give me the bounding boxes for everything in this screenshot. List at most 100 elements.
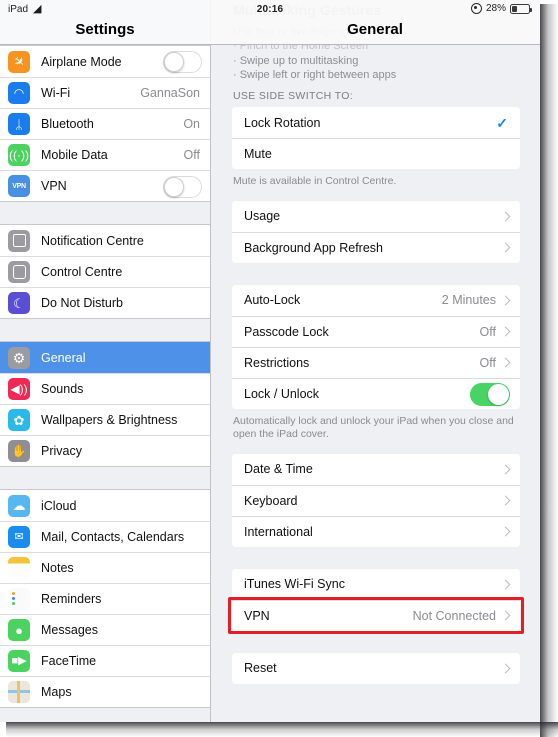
sidebar-item-mail-contacts-calendars[interactable]: ✉ Mail, Contacts, Calendars — [0, 521, 210, 552]
row-value: 2 Minutes — [441, 293, 496, 307]
screen-shadow-right — [540, 4, 558, 737]
row-label: Usage — [244, 209, 281, 223]
row-value: Not Connected — [412, 608, 496, 623]
sidebar-group-gap — [0, 319, 210, 341]
sidebar-item-control-centre[interactable]: Control Centre — [0, 256, 210, 287]
row-mute[interactable]: Mute — [232, 138, 520, 169]
sidebar-item-vpn[interactable]: VPN VPN — [0, 170, 210, 201]
sidebar-item-messages[interactable]: ● Messages — [0, 614, 210, 645]
toggle-knob — [164, 52, 184, 72]
detail-scroll-content[interactable]: Multitasking GesturesUse four or five fi… — [211, 0, 540, 706]
maps-icon — [8, 681, 30, 703]
sidebar-item-value: GannaSon — [140, 86, 200, 100]
toggle-knob — [164, 177, 184, 197]
control-centre-icon — [8, 261, 30, 283]
toggle-switch[interactable] — [163, 51, 202, 73]
sidebar-item-label: Messages — [41, 623, 98, 637]
sidebar-item-icloud[interactable]: ☁ iCloud — [0, 490, 210, 521]
bullet-item: · Swipe up to multitasking — [233, 54, 359, 67]
row-label: VPN — [244, 608, 270, 623]
toggle-switch[interactable] — [163, 176, 202, 198]
row-label: Restrictions — [244, 355, 310, 370]
sidebar-item-label: VPN — [41, 179, 67, 193]
sidebar-item-mobile-data[interactable]: ((·)) Mobile Data Off — [0, 139, 210, 170]
sidebar-list[interactable]: ✈ Airplane Mode ◠ Wi-Fi GannaSon ᛦ Bluetooth On… — [0, 45, 210, 708]
row-value: Off — [479, 355, 496, 370]
row-itunes-wi-fi-sync[interactable]: iTunes Wi-Fi Sync — [232, 568, 520, 600]
sidebar-item-label: Wallpapers & Brightness — [41, 413, 178, 427]
row-label: Lock / Unlock — [244, 386, 320, 401]
sidebar-group-gap — [0, 467, 210, 489]
row-keyboard[interactable]: Keyboard — [232, 484, 520, 516]
sidebar-group: ✈ Airplane Mode ◠ Wi-Fi GannaSon ᛦ Bluetooth On… — [0, 45, 210, 202]
battery-percent-label: 28% — [485, 3, 506, 14]
chevron-right-icon — [500, 242, 511, 253]
sidebar-item-facetime[interactable]: ■▶ FaceTime — [0, 645, 210, 676]
wallpaper-icon: ✿ — [8, 409, 30, 431]
ipad-screen: ✈ Airplane Mode ◠ Wi-Fi GannaSon ᛦ Bluetooth On… — [0, 0, 540, 722]
sidebar-item-reminders[interactable]: Reminders — [0, 583, 210, 614]
sidebar-item-label: General — [41, 350, 86, 365]
section-footer: Mute is available in Control Centre. — [233, 175, 397, 187]
sidebar-item-do-not-disturb[interactable]: ☾ Do Not Disturb — [0, 287, 210, 318]
status-bar: iPad ◢ 20:16 28% — [0, 0, 540, 20]
sidebar-item-sounds[interactable]: ◀)) Sounds — [0, 373, 210, 404]
row-passcode-lock[interactable]: Passcode Lock Off — [232, 315, 520, 347]
chevron-right-icon — [500, 663, 511, 673]
row-lock-unlock[interactable]: Lock / Unlock — [232, 377, 520, 409]
sidebar-item-bluetooth[interactable]: ᛦ Bluetooth On — [0, 108, 210, 139]
sidebar-item-label: Bluetooth — [41, 117, 94, 131]
sidebar-item-label: Sounds — [41, 382, 84, 396]
chevron-right-icon — [500, 211, 511, 221]
chevron-right-icon — [500, 495, 511, 506]
row-lock-rotation[interactable]: Lock Rotation ✓ — [232, 107, 520, 138]
sidebar-group: ⚙ General ◀)) Sounds ✿ Wallpapers & Brightnes… — [0, 341, 210, 467]
sidebar-item-notes[interactable]: Notes — [0, 552, 210, 583]
toggle-switch[interactable] — [470, 382, 510, 406]
row-label: Lock Rotation — [244, 115, 321, 130]
mail-icon: ✉ — [8, 526, 30, 548]
facetime-icon: ■▶ — [8, 650, 30, 672]
sidebar-item-label: Reminders — [41, 592, 102, 606]
row-reset[interactable]: Reset — [232, 652, 520, 684]
row-background-app-refresh[interactable]: Background App Refresh — [232, 231, 520, 263]
row-vpn[interactable]: VPN Not Connected — [232, 599, 520, 631]
sidebar-item-wallpapers-brightness[interactable]: ✿ Wallpapers & Brightness — [0, 404, 210, 435]
multitasking-bullets: · Pinch to the Home Screen · Swipe up to … — [233, 39, 396, 83]
chevron-right-icon — [500, 579, 511, 589]
row-label: Background App Refresh — [244, 240, 383, 255]
sidebar-item-label: iCloud — [41, 498, 77, 513]
bullet-item: · Swipe left or right between apps — [233, 69, 397, 81]
sidebar-item-general[interactable]: ⚙ General — [0, 342, 210, 373]
sidebar-item-maps[interactable]: Maps — [0, 676, 210, 707]
gear-icon: ⚙ — [8, 346, 30, 369]
sidebar-group: Notification Centre Control Centre ☾ Do Not… — [0, 224, 210, 319]
sidebar-item-label: FaceTime — [41, 654, 97, 668]
sidebar-item-label: Do Not Disturb — [41, 296, 123, 310]
row-date-time[interactable]: Date & Time — [232, 453, 520, 485]
row-restrictions[interactable]: Restrictions Off — [232, 346, 520, 378]
sidebar-item-notification-centre[interactable]: Notification Centre — [0, 225, 210, 256]
row-usage[interactable]: Usage — [232, 200, 520, 232]
sidebar-item-label: Notification Centre — [41, 233, 144, 248]
sidebar-item-privacy[interactable]: ✋ Privacy — [0, 435, 210, 466]
row-label: iTunes Wi-Fi Sync — [244, 577, 345, 591]
row-auto-lock[interactable]: Auto-Lock 2 Minutes — [232, 284, 520, 316]
chevron-right-icon — [500, 610, 511, 621]
sidebar-item-airplane-mode[interactable]: ✈ Airplane Mode — [0, 46, 210, 77]
hand-icon: ✋ — [8, 440, 30, 462]
sidebar-item-value: Off — [183, 148, 200, 162]
sidebar-item-label: Airplane Mode — [41, 54, 122, 69]
notes-icon — [8, 557, 30, 579]
section-header: USE SIDE SWITCH TO: — [233, 90, 354, 102]
sidebar-item-wi-fi[interactable]: ◠ Wi-Fi GannaSon — [0, 77, 210, 108]
row-international[interactable]: International — [232, 515, 520, 547]
chevron-right-icon — [500, 295, 511, 305]
sidebar-title: Settings — [75, 21, 135, 38]
row-label: International — [244, 524, 313, 539]
checkmark-icon: ✓ — [496, 114, 508, 131]
